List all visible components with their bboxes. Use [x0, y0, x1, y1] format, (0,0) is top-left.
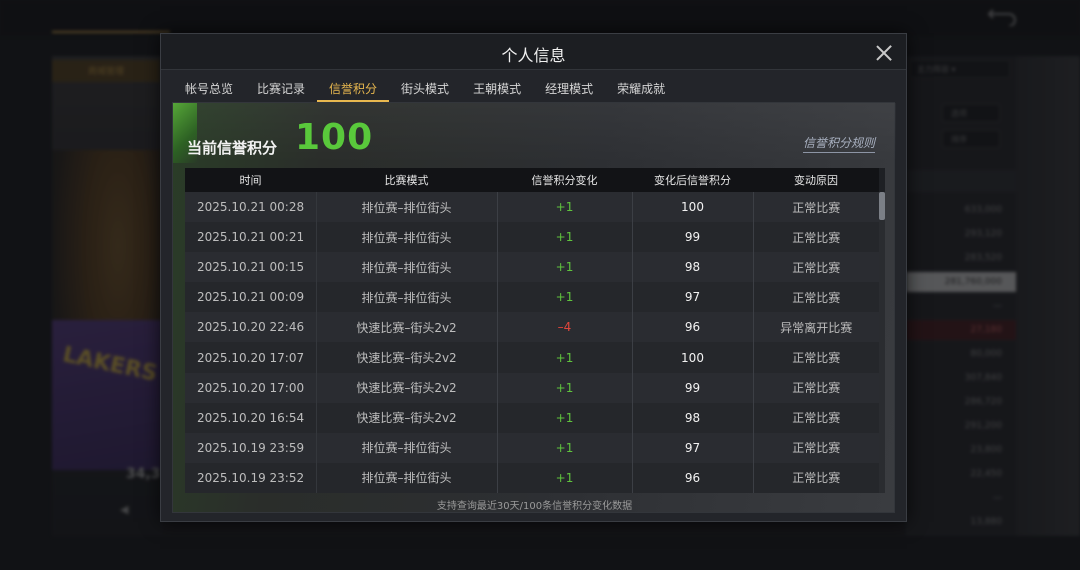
cell-after: 97 [631, 432, 753, 463]
tab-street-mode[interactable]: 街头模式 [389, 74, 461, 102]
table-row: 2025.10.20 22:46 快速比赛–街头2v2 –4 96 异常离开比赛 [185, 312, 879, 343]
close-icon[interactable] [875, 44, 893, 62]
cell-delta: +1 [496, 462, 632, 493]
cell-delta: +1 [496, 372, 632, 403]
table-row: 2025.10.21 00:28 排位赛–排位街头 +1 100 正常比赛 [185, 192, 879, 223]
modal-tabs: 帐号总览 比赛记录 信誉积分 街头模式 王朝模式 经理模式 荣耀成就 [173, 74, 677, 102]
cell-mode: 快速比赛–街头2v2 [315, 312, 497, 343]
cell-mode: 排位赛–排位街头 [315, 192, 497, 223]
cell-delta: +1 [496, 222, 632, 253]
table-row: 2025.10.20 17:00 快速比赛–街头2v2 +1 99 正常比赛 [185, 372, 879, 403]
table-row: 2025.10.21 00:21 排位赛–排位街头 +1 99 正常比赛 [185, 222, 879, 253]
table-row: 2025.10.20 17:07 快速比赛–街头2v2 +1 100 正常比赛 [185, 342, 879, 373]
cell-time: 2025.10.21 00:21 [185, 222, 316, 253]
cell-reason: 正常比赛 [752, 432, 879, 463]
tab-match-records[interactable]: 比赛记录 [245, 74, 317, 102]
cell-time: 2025.10.21 00:09 [185, 282, 316, 313]
cell-delta: +1 [496, 282, 632, 313]
modal-title: 个人信息 [501, 46, 566, 65]
table-row: 2025.10.20 16:54 快速比赛–街头2v2 +1 98 正常比赛 [185, 402, 879, 433]
cell-delta: +1 [496, 192, 632, 223]
cell-after: 98 [631, 402, 753, 433]
tab-manager-mode[interactable]: 经理模式 [533, 74, 605, 102]
cell-mode: 快速比赛–街头2v2 [315, 402, 497, 433]
cell-after: 98 [631, 252, 753, 283]
cell-after: 97 [631, 282, 753, 313]
panel-shine [173, 103, 896, 163]
cell-time: 2025.10.20 17:00 [185, 372, 316, 403]
cell-after: 96 [631, 312, 753, 343]
header-after: 变化后信誉积分 [632, 168, 753, 192]
table-row: 2025.10.19 23:52 排位赛–排位街头 +1 96 正常比赛 [185, 462, 879, 493]
cell-reason: 正常比赛 [752, 372, 879, 403]
scrollbar-thumb[interactable] [879, 192, 885, 220]
personal-info-modal: 个人信息 帐号总览 比赛记录 信誉积分 街头模式 王朝模式 经理模式 荣耀成就 当前信誉积分… [160, 33, 907, 522]
credit-rules-link[interactable]: 信誉积分规则 [803, 134, 876, 153]
cell-time: 2025.10.21 00:15 [185, 252, 316, 283]
tab-honor-achievements[interactable]: 荣耀成就 [605, 74, 677, 102]
cell-reason: 正常比赛 [752, 462, 879, 493]
tab-dynasty-mode[interactable]: 王朝模式 [461, 74, 533, 102]
cell-after: 99 [631, 222, 753, 253]
cell-delta: –4 [496, 312, 632, 343]
cell-after: 100 [631, 192, 753, 223]
header-time: 时间 [185, 168, 316, 192]
table-row: 2025.10.19 23:59 排位赛–排位街头 +1 97 正常比赛 [185, 432, 879, 463]
cell-time: 2025.10.19 23:52 [185, 462, 316, 493]
cell-mode: 排位赛–排位街头 [315, 222, 497, 253]
cell-time: 2025.10.21 00:28 [185, 192, 316, 223]
cell-reason: 正常比赛 [752, 252, 879, 283]
credit-score-panel: 当前信誉积分 100 信誉积分规则 时间 比赛模式 信誉积分变化 变化后信誉积分… [172, 102, 896, 513]
cell-mode: 快速比赛–街头2v2 [315, 372, 497, 403]
cell-delta: +1 [496, 342, 632, 373]
cell-delta: +1 [496, 252, 632, 283]
cell-reason: 正常比赛 [752, 282, 879, 313]
cell-reason: 正常比赛 [752, 222, 879, 253]
cell-mode: 排位赛–排位街头 [315, 252, 497, 283]
current-score-label: 当前信誉积分 [187, 139, 278, 157]
header-mode: 比赛模式 [316, 168, 497, 192]
header-delta: 信誉积分变化 [497, 168, 632, 192]
cell-mode: 快速比赛–街头2v2 [315, 342, 497, 373]
tab-account-overview[interactable]: 帐号总览 [173, 74, 245, 102]
modal-header: 个人信息 [161, 34, 906, 70]
table-header-row: 时间 比赛模式 信誉积分变化 变化后信誉积分 变动原因 [185, 168, 879, 192]
table-scrollbar[interactable] [879, 192, 885, 493]
cell-mode: 排位赛–排位街头 [315, 282, 497, 313]
cell-time: 2025.10.20 16:54 [185, 402, 316, 433]
cell-reason: 正常比赛 [752, 402, 879, 433]
cell-delta: +1 [496, 432, 632, 463]
cell-after: 99 [631, 372, 753, 403]
cell-mode: 排位赛–排位街头 [315, 462, 497, 493]
cell-time: 2025.10.20 17:07 [185, 342, 316, 373]
table-row: 2025.10.21 00:15 排位赛–排位街头 +1 98 正常比赛 [185, 252, 879, 283]
credit-history-table: 时间 比赛模式 信誉积分变化 变化后信誉积分 变动原因 2025.10.21 0… [185, 168, 885, 493]
cell-after: 96 [631, 462, 753, 493]
cell-reason: 正常比赛 [752, 192, 879, 223]
table-row: 2025.10.21 00:09 排位赛–排位街头 +1 97 正常比赛 [185, 282, 879, 313]
query-limit-note: 支持查询最近30天/100条信誉积分变化数据 [436, 501, 633, 512]
current-score-value: 100 [295, 117, 374, 158]
cell-reason: 异常离开比赛 [752, 312, 879, 343]
cell-after: 100 [631, 342, 753, 373]
cell-time: 2025.10.19 23:59 [185, 432, 316, 463]
cell-mode: 排位赛–排位街头 [315, 432, 497, 463]
cell-delta: +1 [496, 402, 632, 433]
tab-credit-score[interactable]: 信誉积分 [317, 74, 390, 102]
cell-time: 2025.10.20 22:46 [185, 312, 316, 343]
header-reason: 变动原因 [753, 168, 879, 192]
cell-reason: 正常比赛 [752, 342, 879, 373]
